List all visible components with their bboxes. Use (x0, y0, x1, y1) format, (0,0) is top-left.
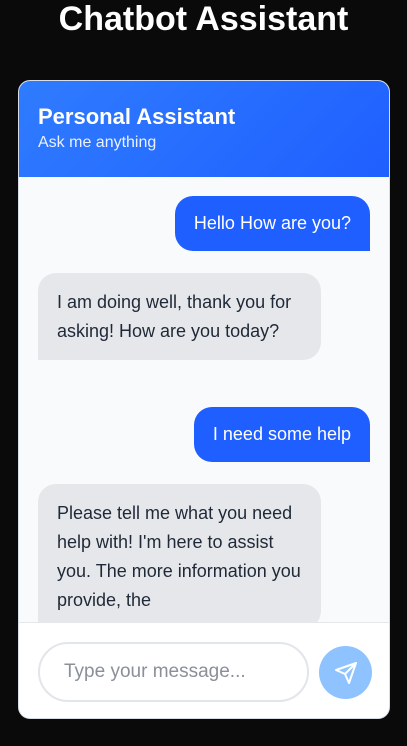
message-composer (19, 622, 389, 718)
bot-message: Please tell me what you need help with! … (38, 484, 321, 622)
page-title: Chatbot Assistant (58, 0, 349, 38)
user-message: Hello How are you? (174, 196, 370, 251)
chat-window: Personal Assistant Ask me anything Hello… (18, 80, 390, 719)
bot-message: I am doing well, thank you for asking! H… (38, 273, 321, 360)
assistant-title: Personal Assistant (38, 104, 236, 129)
message-input[interactable] (38, 642, 309, 702)
message-list[interactable]: Hello How are you? I am doing well, than… (19, 177, 389, 622)
send-icon (334, 661, 357, 684)
assistant-subtitle: Ask me anything (38, 134, 157, 151)
send-button[interactable] (319, 646, 372, 699)
chat-header: Personal Assistant Ask me anything (19, 81, 389, 177)
user-message: I need some help (193, 407, 370, 462)
